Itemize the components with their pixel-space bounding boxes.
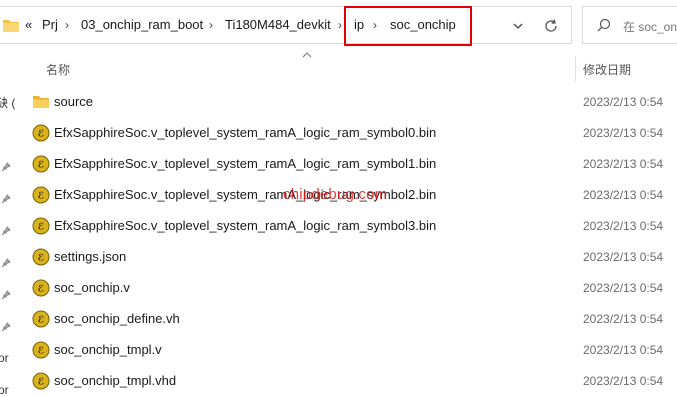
refresh-icon[interactable]	[543, 18, 559, 34]
list-item[interactable]: ℰ EfxSapphireSoc.v_toplevel_system_ramA_…	[20, 148, 677, 179]
svg-text:ℰ: ℰ	[38, 285, 45, 295]
file-name[interactable]: soc_onchip_tmpl.v	[54, 342, 162, 358]
list-item[interactable]: ℰ soc_onchip_tmpl.vhd 2023/2/13 0:54	[20, 365, 677, 396]
nav-item-label[interactable]: or	[0, 351, 9, 365]
list-item[interactable]: ℰ EfxSapphireSoc.v_toplevel_system_ramA_…	[20, 210, 677, 241]
list-item[interactable]: source 2023/2/13 0:54	[20, 86, 677, 117]
breadcrumb-separator[interactable]: ›	[338, 17, 342, 33]
list-item[interactable]: ℰ soc_onchip.v 2023/2/13 0:54	[20, 272, 677, 303]
efinity-file-icon: ℰ	[32, 248, 50, 266]
file-name[interactable]: soc_onchip_tmpl.vhd	[54, 373, 176, 389]
folder-icon	[33, 96, 49, 108]
search-icon	[597, 18, 611, 32]
svg-text:ℰ: ℰ	[38, 223, 45, 233]
file-date: 2023/2/13 0:54	[583, 250, 664, 264]
file-date: 2023/2/13 0:54	[583, 374, 664, 388]
navigation-pane: 缺 ( or or	[0, 52, 16, 397]
file-date: 2023/2/13 0:54	[583, 157, 664, 171]
file-date: 2023/2/13 0:54	[583, 188, 664, 202]
file-name[interactable]: settings.json	[54, 249, 126, 265]
chevron-down-icon[interactable]	[511, 20, 525, 32]
svg-text:ℰ: ℰ	[38, 254, 45, 264]
file-date: 2023/2/13 0:54	[583, 312, 664, 326]
breadcrumb-separator[interactable]: ›	[65, 17, 69, 33]
efinity-file-icon: ℰ	[32, 279, 50, 297]
breadcrumb-devkit[interactable]: Ti180M484_devkit	[225, 17, 331, 33]
pin-icon	[1, 194, 11, 204]
pin-icon	[1, 162, 11, 172]
breadcrumb-overflow[interactable]: «	[25, 17, 32, 33]
svg-text:ℰ: ℰ	[38, 378, 45, 388]
nav-item-label[interactable]: or	[0, 383, 9, 397]
pin-icon	[1, 290, 11, 300]
efinity-file-icon: ℰ	[32, 217, 50, 235]
file-date: 2023/2/13 0:54	[583, 219, 664, 233]
svg-text:ℰ: ℰ	[38, 316, 45, 326]
efinity-file-icon: ℰ	[32, 155, 50, 173]
column-divider[interactable]	[575, 56, 576, 82]
pin-icon	[1, 226, 11, 236]
pin-icon	[1, 322, 11, 332]
breadcrumb-separator[interactable]: ›	[209, 17, 213, 33]
list-item[interactable]: ℰ soc_onchip_define.vh 2023/2/13 0:54	[20, 303, 677, 334]
breadcrumb-prj[interactable]: Prj	[42, 17, 58, 33]
svg-text:ℰ: ℰ	[38, 192, 45, 202]
file-name[interactable]: soc_onchip_define.vh	[54, 311, 180, 327]
file-date: 2023/2/13 0:54	[583, 281, 664, 295]
pin-icon	[1, 258, 11, 268]
nav-item-label[interactable]: 缺 (	[0, 94, 15, 111]
folder-icon	[3, 20, 19, 32]
list-item[interactable]: ℰ soc_onchip_tmpl.v 2023/2/13 0:54	[20, 334, 677, 365]
efinity-file-icon: ℰ	[32, 124, 50, 142]
file-date: 2023/2/13 0:54	[583, 126, 664, 140]
svg-text:ℰ: ℰ	[38, 347, 45, 357]
file-name[interactable]: source	[54, 94, 93, 110]
efinity-file-icon: ℰ	[32, 310, 50, 328]
search-box[interactable]: 在 soc_on	[582, 6, 677, 44]
watermark: chipdebug.com	[283, 186, 388, 203]
highlight-box	[344, 6, 472, 46]
list-item[interactable]: ℰ EfxSapphireSoc.v_toplevel_system_ramA_…	[20, 117, 677, 148]
search-placeholder[interactable]: 在 soc_on	[623, 18, 677, 35]
efinity-file-icon: ℰ	[32, 186, 50, 204]
list-item[interactable]: ℰ settings.json 2023/2/13 0:54	[20, 241, 677, 272]
sort-ascending-icon	[302, 52, 312, 58]
file-date: 2023/2/13 0:54	[583, 95, 664, 109]
efinity-file-icon: ℰ	[32, 372, 50, 390]
file-name[interactable]: soc_onchip.v	[54, 280, 130, 296]
file-name[interactable]: EfxSapphireSoc.v_toplevel_system_ramA_lo…	[54, 156, 436, 172]
address-bar[interactable]: « Prj › 03_onchip_ram_boot › Ti180M484_d…	[0, 6, 572, 44]
column-header-date-modified[interactable]: 修改日期	[583, 61, 631, 78]
svg-text:ℰ: ℰ	[38, 130, 45, 140]
toolbar: « Prj › 03_onchip_ram_boot › Ti180M484_d…	[0, 0, 677, 52]
file-date: 2023/2/13 0:54	[583, 343, 664, 357]
column-header-name[interactable]: 名称	[46, 61, 70, 78]
efinity-file-icon: ℰ	[32, 341, 50, 359]
file-name[interactable]: EfxSapphireSoc.v_toplevel_system_ramA_lo…	[54, 125, 436, 141]
svg-text:ℰ: ℰ	[38, 161, 45, 171]
file-name[interactable]: EfxSapphireSoc.v_toplevel_system_ramA_lo…	[54, 218, 436, 234]
breadcrumb-onchip-ram-boot[interactable]: 03_onchip_ram_boot	[81, 17, 203, 33]
